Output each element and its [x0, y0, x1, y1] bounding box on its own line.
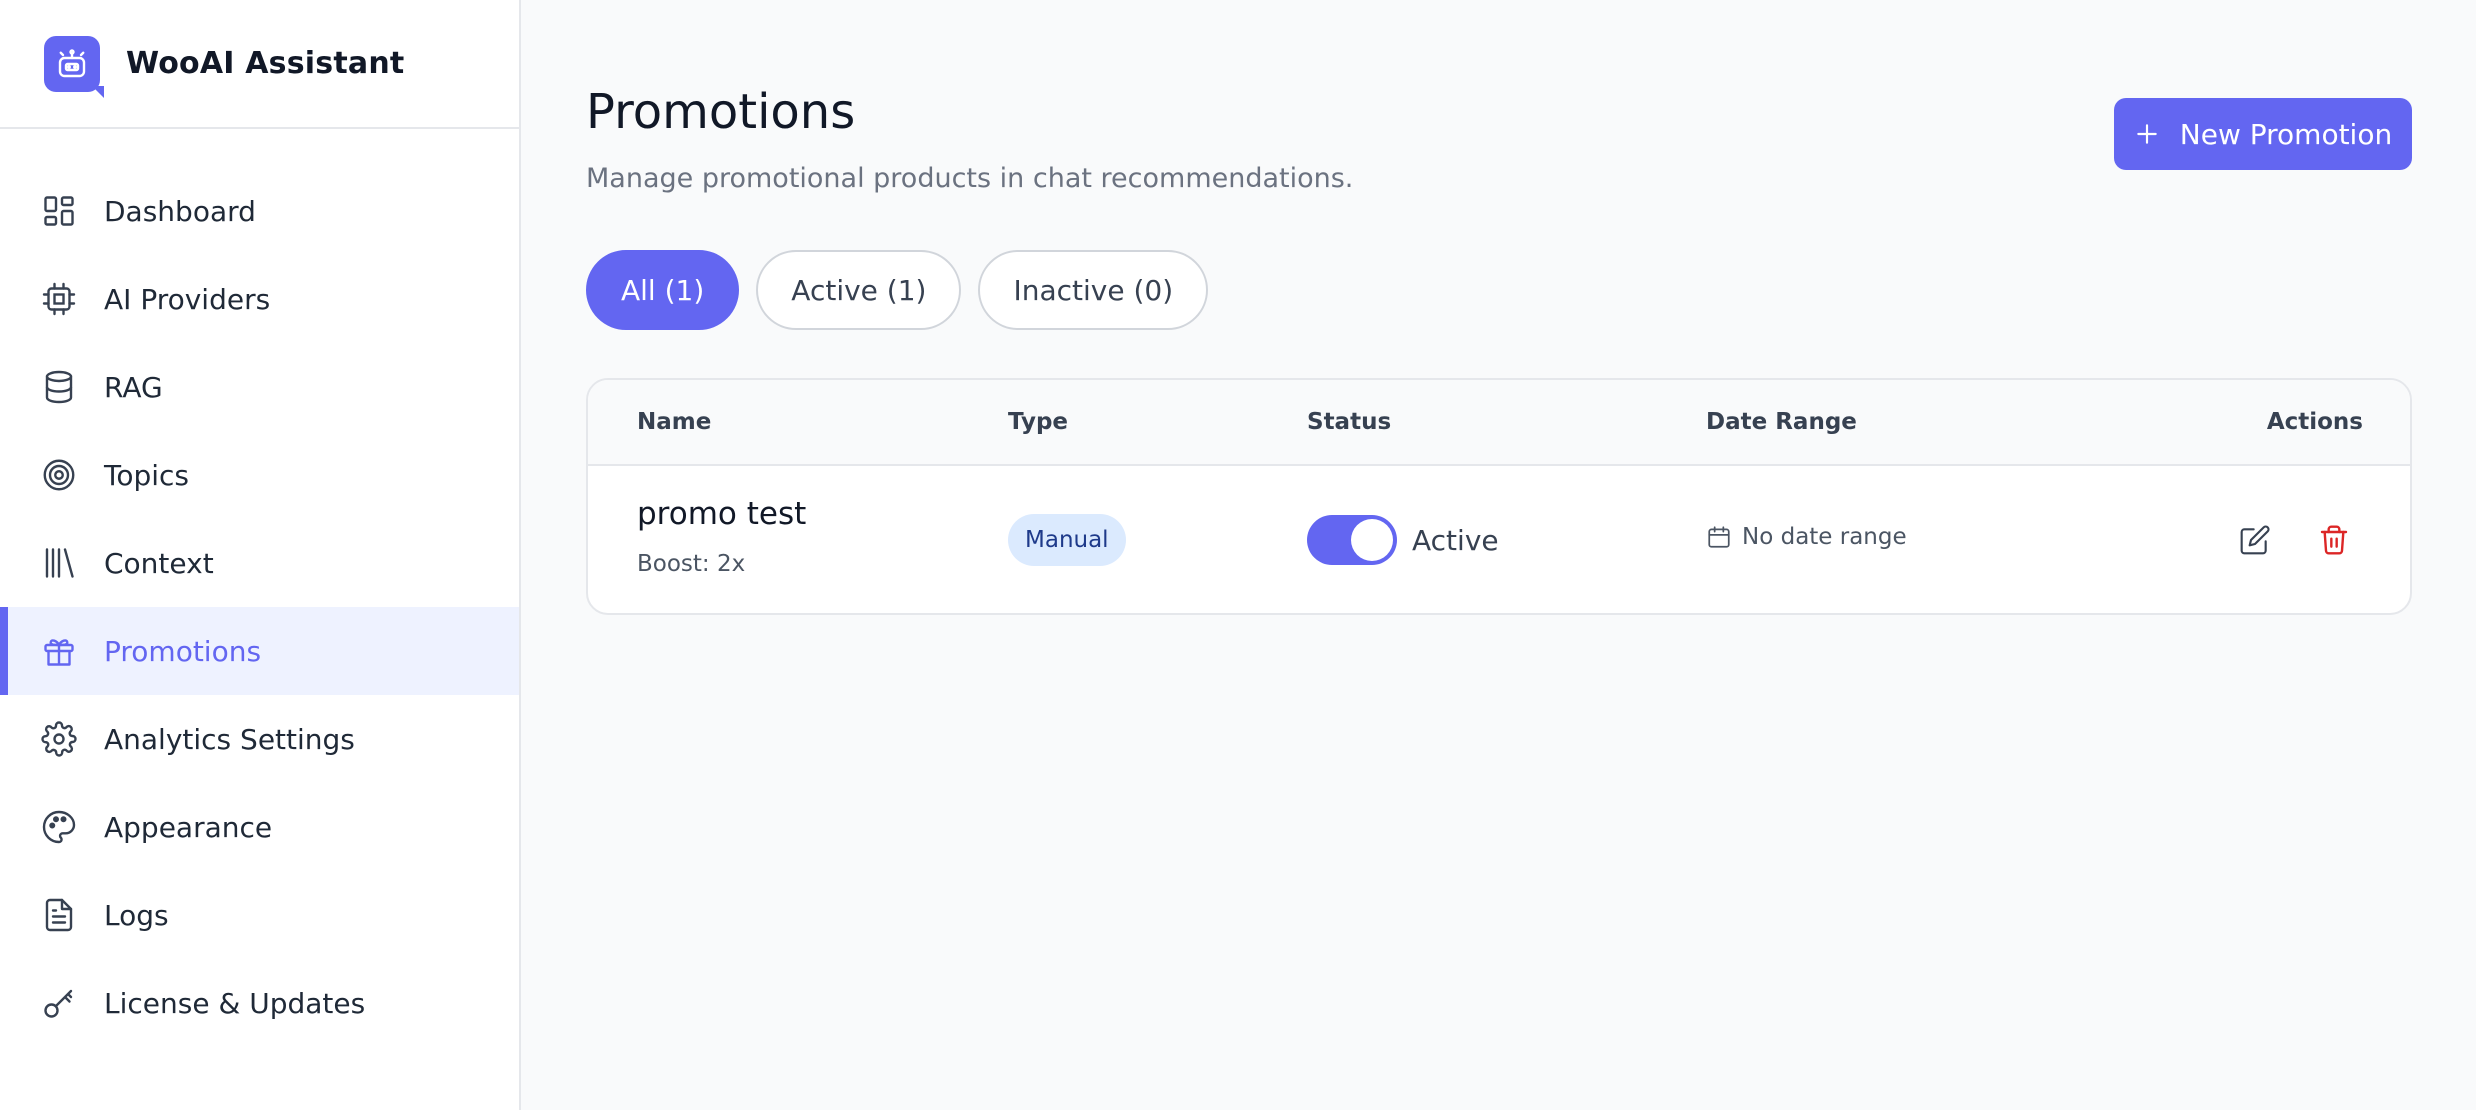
calendar-icon [1706, 524, 1732, 550]
new-promotion-button[interactable]: New Promotion [2114, 98, 2412, 170]
sidebar-item-rag[interactable]: RAG [0, 343, 519, 431]
document-icon [40, 896, 78, 934]
robot-logo-icon [44, 35, 104, 98]
sidebar-item-label: Appearance [104, 810, 273, 844]
promotion-name: promo test [637, 496, 807, 532]
sidebar-item-dashboard[interactable]: Dashboard [0, 167, 519, 255]
gift-icon [40, 632, 78, 670]
sidebar: WooAI Assistant Dashboard AI Providers R… [0, 0, 521, 1110]
sidebar-item-label: Logs [104, 898, 169, 932]
sidebar-nav: Dashboard AI Providers RAG Topics Contex… [0, 129, 519, 1047]
sidebar-item-topics[interactable]: Topics [0, 431, 519, 519]
target-icon [40, 456, 78, 494]
gear-icon [40, 720, 78, 758]
sidebar-item-appearance[interactable]: Appearance [0, 783, 519, 871]
filter-all[interactable]: All (1) [586, 250, 740, 330]
dashboard-icon [40, 192, 78, 230]
filter-tabs: All (1) Active (1) Inactive (0) [586, 250, 1209, 330]
delete-button[interactable] [2312, 518, 2356, 562]
database-icon [40, 368, 78, 406]
sidebar-item-label: RAG [104, 370, 163, 404]
sidebar-item-analytics-settings[interactable]: Analytics Settings [0, 695, 519, 783]
filter-inactive[interactable]: Inactive (0) [978, 250, 1209, 330]
type-badge: Manual [1008, 514, 1126, 566]
plus-icon [2134, 121, 2160, 147]
new-promotion-label: New Promotion [2179, 117, 2393, 151]
sidebar-item-label: Analytics Settings [104, 722, 355, 756]
sidebar-item-context[interactable]: Context [0, 519, 519, 607]
chip-icon [40, 280, 78, 318]
column-header-date-range: Date Range [1706, 409, 1857, 435]
filter-active[interactable]: Active (1) [756, 250, 962, 330]
page-subtitle: Manage promotional products in chat reco… [586, 163, 1354, 194]
app-title: WooAI Assistant [126, 46, 405, 81]
sidebar-item-logs[interactable]: Logs [0, 871, 519, 959]
sidebar-item-license-updates[interactable]: License & Updates [0, 959, 519, 1047]
column-header-name: Name [637, 409, 712, 435]
column-header-status: Status [1307, 409, 1392, 435]
table-row: promo test Boost: 2x Manual Active No da… [588, 466, 2410, 613]
key-icon [40, 984, 78, 1022]
status-label: Active [1412, 524, 1499, 557]
sidebar-item-promotions[interactable]: Promotions [0, 607, 519, 695]
promotion-boost: Boost: 2x [637, 551, 746, 577]
sidebar-item-label: Promotions [104, 634, 262, 668]
main-content: Promotions Manage promotional products i… [521, 0, 2476, 1110]
date-range-text: No date range [1742, 524, 1907, 550]
sidebar-item-label: Topics [104, 458, 190, 492]
sidebar-item-label: AI Providers [104, 282, 271, 316]
table-header: Name Type Status Date Range Actions [588, 380, 2410, 466]
trash-icon [2318, 524, 2350, 556]
column-header-type: Type [1008, 409, 1069, 435]
promotions-table: Name Type Status Date Range Actions prom… [586, 378, 2412, 615]
sidebar-item-ai-providers[interactable]: AI Providers [0, 255, 519, 343]
sidebar-item-label: License & Updates [104, 986, 366, 1020]
status-toggle[interactable] [1307, 515, 1397, 565]
sidebar-item-label: Context [104, 546, 214, 580]
date-range-cell: No date range [1706, 524, 1907, 550]
edit-icon [2239, 524, 2271, 556]
page-title: Promotions [586, 84, 856, 140]
sidebar-item-label: Dashboard [104, 194, 256, 228]
toggle-knob [1351, 519, 1393, 561]
column-header-actions: Actions [2266, 409, 2363, 435]
edit-button[interactable] [2233, 518, 2277, 562]
brand-header: WooAI Assistant [0, 0, 519, 129]
palette-icon [40, 808, 78, 846]
library-icon [40, 544, 78, 582]
